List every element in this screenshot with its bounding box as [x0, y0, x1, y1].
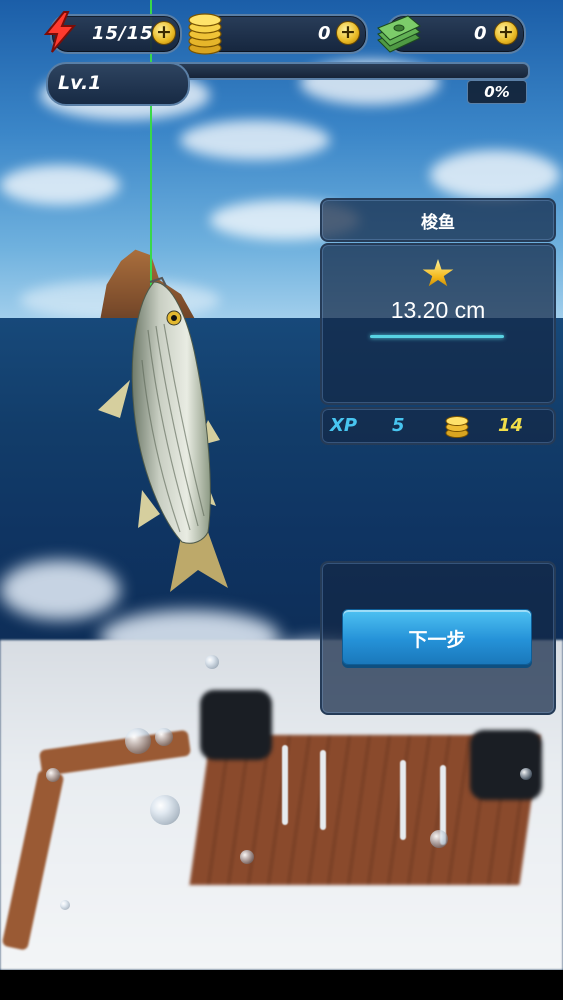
fish-size: 13.20 cm [390, 297, 486, 323]
coin-stack-icon [188, 13, 222, 55]
level-bar: Lv.1 [46, 62, 530, 106]
cloud [0, 165, 120, 205]
add-energy-plus-icon[interactable]: + [152, 21, 176, 45]
level-progress-label: 0% [467, 80, 527, 104]
water-drop [205, 655, 219, 669]
next-panel: 下一步 [320, 561, 556, 715]
fish-size-panel: 13.20 cm [320, 243, 556, 405]
water-drop [150, 795, 180, 825]
water-drop [60, 900, 70, 910]
rail-post [282, 745, 288, 825]
cash-stack-icon [377, 15, 421, 53]
water-drop [46, 768, 60, 782]
cloud [180, 120, 330, 160]
fish [98, 276, 228, 592]
water-drop [520, 768, 532, 780]
water-drop [155, 728, 173, 746]
reward-panel: XP 5 14 [320, 407, 556, 445]
game-scene [0, 0, 563, 970]
xp-reward: 5 [392, 415, 405, 436]
xp-label: XP [330, 415, 358, 436]
system-nav-bar [0, 970, 563, 1000]
rail-post [400, 760, 406, 840]
water-drop [240, 850, 254, 864]
rail-post [320, 750, 326, 830]
level-label: Lv.1 [58, 72, 102, 94]
water-drop [430, 830, 448, 848]
energy-value: 15/15 [92, 23, 154, 44]
boat-tire [200, 690, 272, 760]
coin-value: 0 [318, 23, 332, 44]
next-button-label: 下一步 [408, 629, 466, 651]
size-underline [370, 335, 504, 338]
add-coins-plus-icon[interactable]: + [336, 21, 360, 45]
lightning-icon [43, 11, 77, 53]
water-drop [125, 728, 151, 754]
level-badge: Lv.1 [46, 62, 190, 106]
cash-value: 0 [474, 23, 488, 44]
cloud [430, 150, 560, 200]
coin-icon [445, 416, 469, 438]
add-cash-plus-icon[interactable]: + [494, 21, 518, 45]
boat-tire [470, 730, 542, 800]
fish-name-panel: 梭鱼 [320, 198, 556, 242]
coin-reward: 14 [498, 415, 524, 436]
next-button[interactable]: 下一步 [342, 609, 532, 665]
fish-name: 梭鱼 [421, 213, 455, 233]
star-icon [422, 259, 454, 287]
